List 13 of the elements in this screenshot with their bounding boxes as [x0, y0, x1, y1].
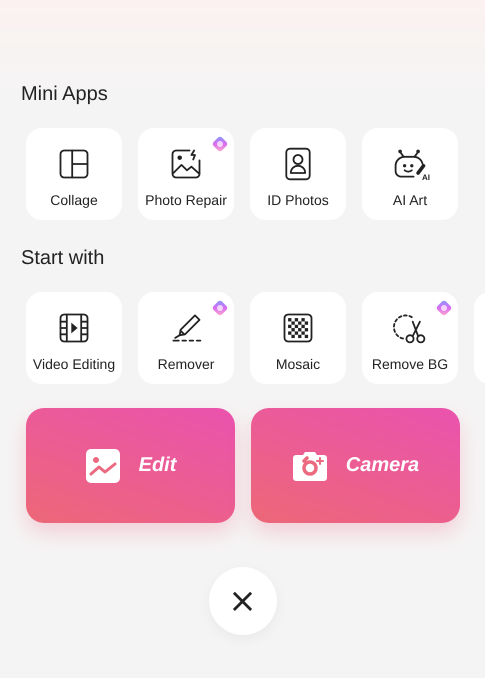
icon-label: AI — [422, 174, 430, 182]
tool-tile[interactable]: Photo Repair — [138, 128, 234, 220]
tool-tile[interactable]: Collage — [26, 128, 122, 220]
tool-tile[interactable]: Remover — [138, 292, 234, 384]
section-title: Start with — [21, 246, 106, 271]
tool-tile[interactable]: Mosaic — [250, 292, 346, 384]
image-icon — [84, 448, 121, 484]
tool-tile[interactable]: Remove BG — [362, 292, 458, 384]
tool-tile[interactable]: ID Photos — [250, 128, 346, 220]
section-title: Mini Apps — [21, 82, 109, 107]
close-button[interactable]: × — [208, 567, 276, 635]
tool-tile[interactable]: Video Editing — [26, 292, 122, 384]
tool-tile[interactable]: AI AI Art — [362, 128, 458, 220]
